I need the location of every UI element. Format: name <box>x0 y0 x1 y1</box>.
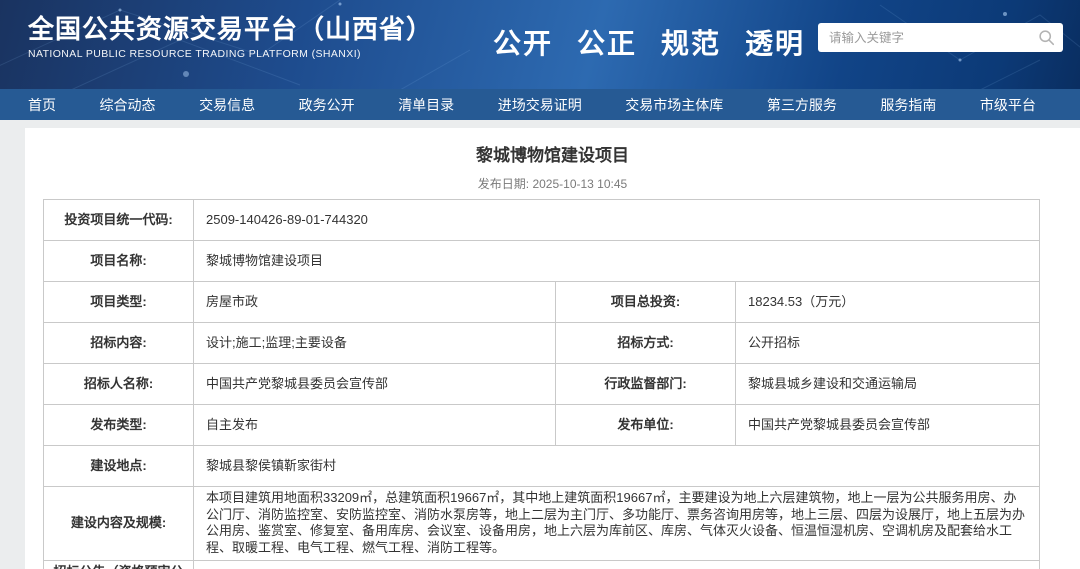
field-value: 黎城县黎侯镇靳家街村 <box>194 446 1040 487</box>
site-header: 全国公共资源交易平台（山西省） NATIONAL PUBLIC RESOURCE… <box>0 0 1080 89</box>
nav-item-gov-affairs[interactable]: 政务公开 <box>299 95 355 115</box>
page-title: 黎城博物馆建设项目 <box>25 141 1080 166</box>
search-input[interactable] <box>829 31 1038 45</box>
brand: 全国公共资源交易平台（山西省） NATIONAL PUBLIC RESOURCE… <box>28 13 433 60</box>
search-box <box>818 23 1063 52</box>
nav-item-city-platform[interactable]: 市级平台 <box>980 95 1036 115</box>
field-value: 本项目建筑用地面积33209㎡，总建筑面积19667㎡，其中地上建筑面积1966… <box>194 487 1040 561</box>
field-label: 建设内容及规模: <box>44 487 194 561</box>
field-value: 黎城县城乡建设和交通运输局 <box>736 364 1040 405</box>
field-label: 项目类型: <box>44 282 194 323</box>
table-row: 投资项目统一代码: 2509-140426-89-01-744320 <box>44 200 1040 241</box>
field-label: 投资项目统一代码: <box>44 200 194 241</box>
field-label: 项目总投资: <box>556 282 736 323</box>
nav-item-trade-info[interactable]: 交易信息 <box>199 95 255 115</box>
field-value: 房屋市政 <box>194 282 556 323</box>
platform-subtitle: NATIONAL PUBLIC RESOURCE TRADING PLATFOR… <box>28 48 433 60</box>
field-value: 自主发布 <box>194 405 556 446</box>
search-icon[interactable] <box>1038 29 1055 46</box>
table-row: 招标公告（资格预审公告）预计发布时间: 2025年11月 <box>44 560 1040 569</box>
field-value: 18234.53（万元） <box>736 282 1040 323</box>
slogan-word: 公正 <box>577 22 637 62</box>
table-row: 招标人名称: 中国共产党黎城县委员会宣传部 行政监督部门: 黎城县城乡建设和交通… <box>44 364 1040 405</box>
nav-item-home[interactable]: 首页 <box>28 95 56 115</box>
main-nav: 首页 综合动态 交易信息 政务公开 清单目录 进场交易证明 交易市场主体库 第三… <box>0 89 1080 120</box>
table-row: 建设内容及规模: 本项目建筑用地面积33209㎡，总建筑面积19667㎡，其中地… <box>44 487 1040 561</box>
page: 全国公共资源交易平台（山西省） NATIONAL PUBLIC RESOURCE… <box>0 0 1080 569</box>
table-row: 项目类型: 房屋市政 项目总投资: 18234.53（万元） <box>44 282 1040 323</box>
field-value: 中国共产党黎城县委员会宣传部 <box>194 364 556 405</box>
field-value: 2509-140426-89-01-744320 <box>194 200 1040 241</box>
field-value: 中国共产党黎城县委员会宣传部 <box>736 405 1040 446</box>
field-label: 招标内容: <box>44 323 194 364</box>
nav-item-third-party[interactable]: 第三方服务 <box>767 95 837 115</box>
field-value: 2025年11月 <box>194 560 1040 569</box>
field-label: 发布类型: <box>44 405 194 446</box>
table-row: 建设地点: 黎城县黎侯镇靳家街村 <box>44 446 1040 487</box>
field-value: 设计;施工;监理;主要设备 <box>194 323 556 364</box>
nav-item-news[interactable]: 综合动态 <box>100 95 156 115</box>
slogan: 公开 公正 规范 透明 <box>493 22 805 62</box>
nav-item-service-guide[interactable]: 服务指南 <box>880 95 936 115</box>
table-row: 招标内容: 设计;施工;监理;主要设备 招标方式: 公开招标 <box>44 323 1040 364</box>
content-panel: 黎城博物馆建设项目 发布日期: 2025-10-13 10:45 投资项目统一代… <box>25 128 1080 569</box>
field-label: 招标公告（资格预审公告）预计发布时间: <box>44 560 194 569</box>
nav-item-catalog[interactable]: 清单目录 <box>398 95 454 115</box>
project-info-table: 投资项目统一代码: 2509-140426-89-01-744320 项目名称:… <box>43 199 1040 569</box>
slogan-word: 规范 <box>661 22 721 62</box>
field-value: 公开招标 <box>736 323 1040 364</box>
field-value: 黎城博物馆建设项目 <box>194 241 1040 282</box>
field-label: 项目名称: <box>44 241 194 282</box>
table-row: 发布类型: 自主发布 发布单位: 中国共产党黎城县委员会宣传部 <box>44 405 1040 446</box>
field-label: 招标方式: <box>556 323 736 364</box>
table-row: 项目名称: 黎城博物馆建设项目 <box>44 241 1040 282</box>
slogan-word: 透明 <box>745 22 805 62</box>
field-label: 招标人名称: <box>44 364 194 405</box>
platform-title: 全国公共资源交易平台（山西省） <box>28 13 433 45</box>
publish-date: 发布日期: 2025-10-13 10:45 <box>25 175 1080 192</box>
field-label: 行政监督部门: <box>556 364 736 405</box>
nav-item-market-entities[interactable]: 交易市场主体库 <box>625 95 723 115</box>
nav-item-entry-cert[interactable]: 进场交易证明 <box>498 95 582 115</box>
field-label: 建设地点: <box>44 446 194 487</box>
field-label: 发布单位: <box>556 405 736 446</box>
slogan-word: 公开 <box>493 22 553 62</box>
